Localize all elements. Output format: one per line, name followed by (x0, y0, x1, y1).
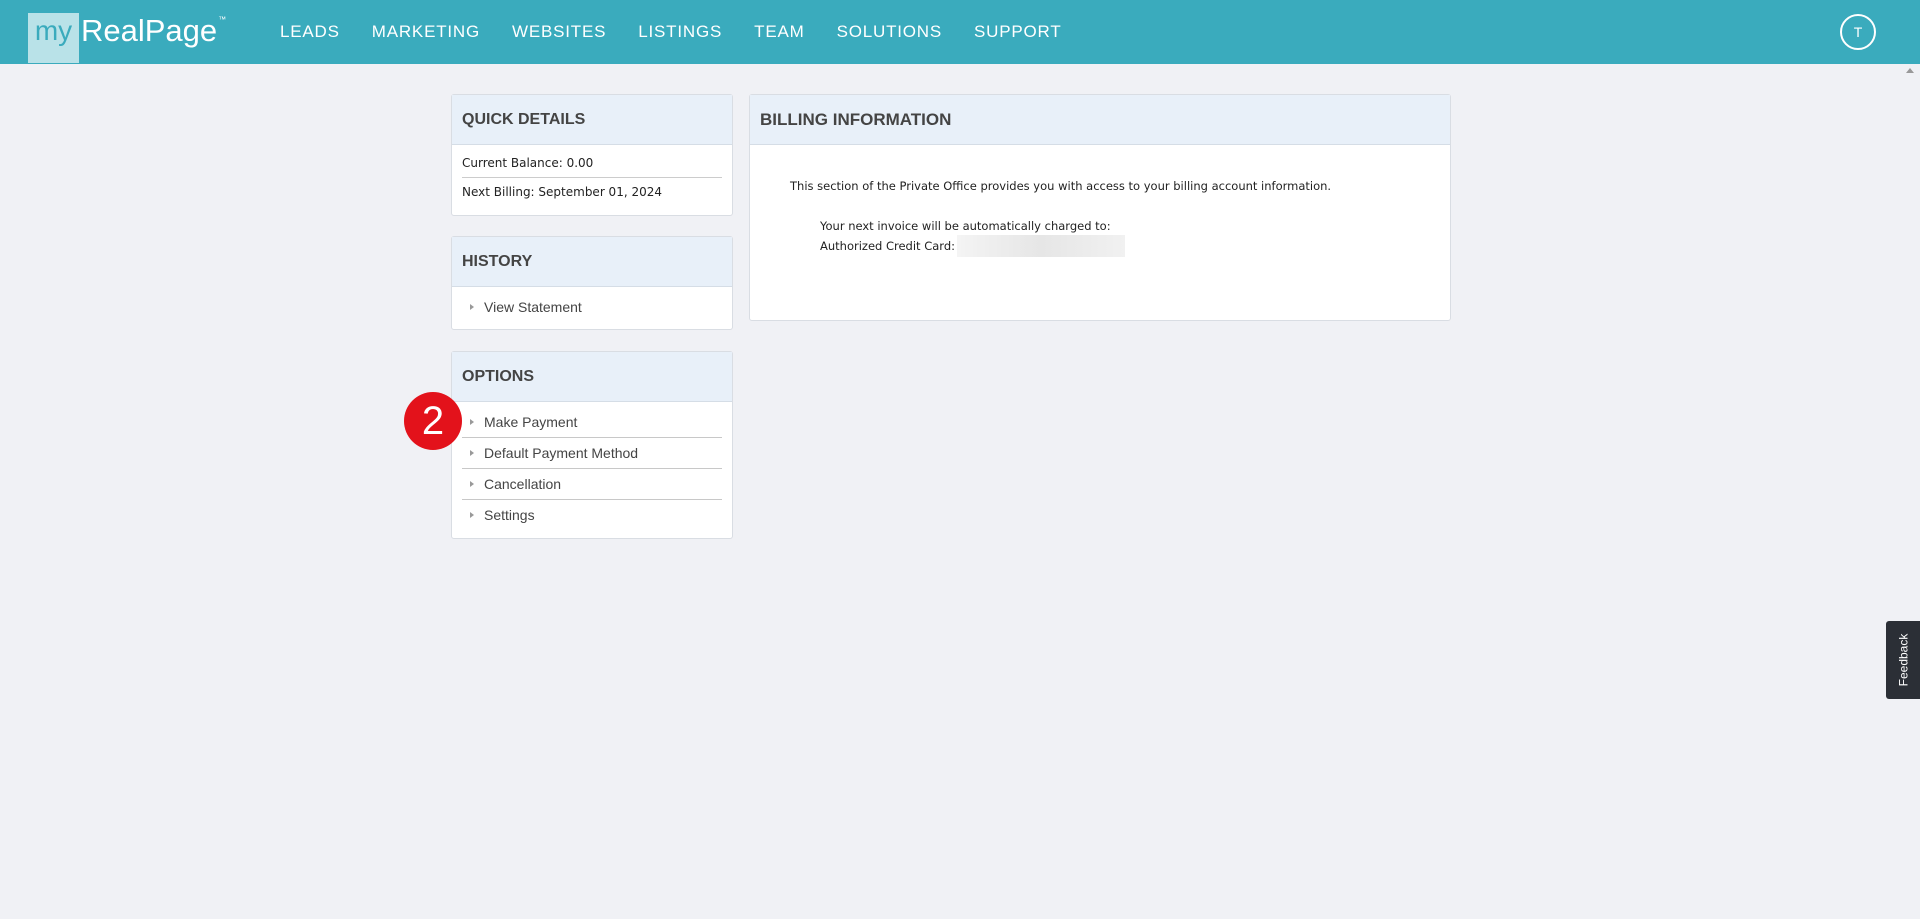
authorized-card-label: Authorized Credit Card: (820, 239, 955, 253)
nav-item-support[interactable]: SUPPORT (974, 22, 1061, 42)
nav-item-solutions[interactable]: SOLUTIONS (837, 22, 942, 42)
user-avatar[interactable]: T (1840, 14, 1876, 50)
next-billing: Next Billing: September 01, 2024 (462, 185, 662, 199)
logo-my-mark: my (28, 13, 79, 63)
current-balance: Current Balance: 0.00 (462, 149, 722, 178)
myrealpage-logo[interactable]: my RealPage ™ (28, 13, 226, 63)
scroll-up-arrow-icon[interactable] (1906, 68, 1914, 73)
make-payment-link[interactable]: Make Payment (462, 406, 722, 437)
feedback-label: Feedback (1896, 633, 1911, 687)
nav-item-team[interactable]: TEAM (754, 22, 804, 42)
redacted-card-number (957, 235, 1125, 257)
quick-details-panel: QUICK DETAILS Current Balance: 0.00 Next… (451, 94, 733, 216)
cancellation-link[interactable]: Cancellation (462, 468, 722, 499)
logo-wordmark: RealPage (81, 13, 218, 48)
nav-item-listings[interactable]: LISTINGS (638, 22, 722, 42)
billing-information-panel: BILLING INFORMATION This section of the … (749, 94, 1451, 321)
step-number-badge: 2 (404, 392, 462, 450)
cancellation-label: Cancellation (484, 476, 562, 492)
top-navigation-bar: my RealPage ™ LEADS MARKETING WEBSITES L… (0, 0, 1920, 64)
caret-right-icon (470, 512, 474, 518)
nav-item-websites[interactable]: WEBSITES (512, 22, 606, 42)
settings-label: Settings (484, 507, 535, 523)
quick-details-title: QUICK DETAILS (452, 95, 732, 145)
options-title: OPTIONS (452, 352, 732, 402)
history-title: HISTORY (452, 237, 732, 287)
logo-trademark: ™ (218, 15, 227, 24)
main-nav: LEADS MARKETING WEBSITES LISTINGS TEAM S… (280, 0, 1094, 64)
authorized-card-row: Authorized Credit Card: (820, 235, 1125, 257)
options-panel: OPTIONS Make Payment Default Payment Met… (451, 351, 733, 539)
caret-right-icon (470, 418, 474, 425)
feedback-tab[interactable]: Feedback (1886, 621, 1920, 699)
default-payment-method-label: Default Payment Method (484, 445, 639, 461)
caret-right-icon (470, 450, 474, 456)
next-invoice-text: Your next invoice will be automatically … (820, 219, 1111, 233)
default-payment-method-link[interactable]: Default Payment Method (462, 437, 722, 468)
caret-right-icon (470, 481, 474, 487)
make-payment-label: Make Payment (484, 413, 578, 430)
nav-item-marketing[interactable]: MARKETING (372, 22, 480, 42)
view-statement-link[interactable]: View Statement (462, 291, 722, 322)
nav-item-leads[interactable]: LEADS (280, 22, 340, 42)
settings-link[interactable]: Settings (462, 499, 722, 530)
billing-information-title: BILLING INFORMATION (750, 95, 1450, 145)
billing-intro-text: This section of the Private Office provi… (790, 179, 1332, 193)
history-panel: HISTORY View Statement (451, 236, 733, 330)
view-statement-label: View Statement (484, 298, 582, 315)
caret-right-icon (470, 303, 474, 310)
